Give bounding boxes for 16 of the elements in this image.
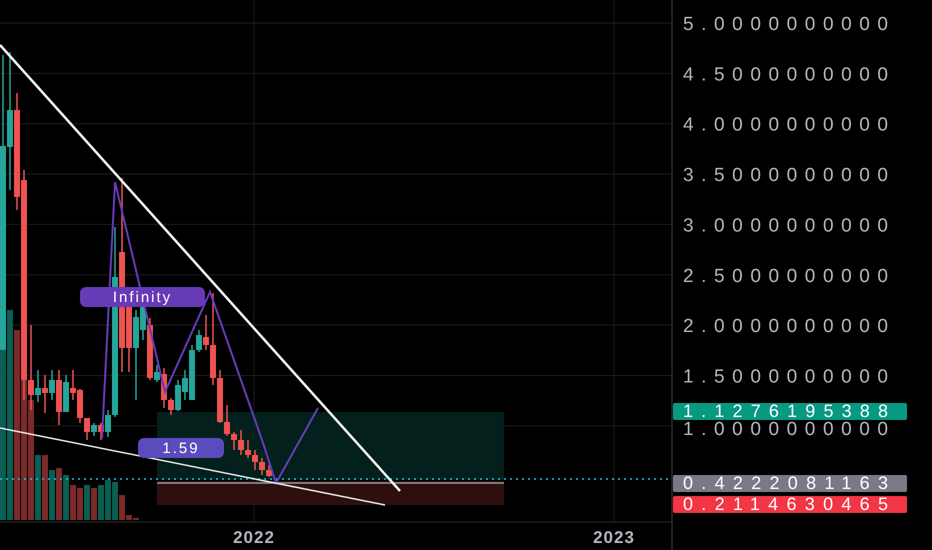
price-tick-label: 1.0000000000 bbox=[683, 418, 888, 440]
price-tick-label: 3.5000000000 bbox=[683, 165, 888, 186]
price-tick-label: 2.5000000000 bbox=[683, 266, 888, 287]
price-tick-label: 4.5000000000 bbox=[683, 64, 888, 86]
time-axis-label: 2023 bbox=[593, 528, 635, 547]
price-badge: 0.2114630465 bbox=[673, 494, 907, 514]
time-axis-label: 2022 bbox=[233, 528, 275, 547]
annotation-label: 1.59 bbox=[138, 438, 224, 458]
price-tick-label: 1.5000000000 bbox=[683, 366, 888, 388]
price-tick-label: 4.0000000000 bbox=[683, 114, 888, 136]
price-badge: 1.1276195388 bbox=[673, 401, 907, 421]
price-badge: 0.4222081163 bbox=[673, 473, 907, 493]
annotation-label: Infinity bbox=[80, 287, 205, 307]
price-tick-label: 3.0000000000 bbox=[683, 215, 888, 236]
price-tick-label: 5.0000000000 bbox=[683, 14, 888, 35]
price-tick-label: 2.0000000000 bbox=[683, 316, 888, 338]
